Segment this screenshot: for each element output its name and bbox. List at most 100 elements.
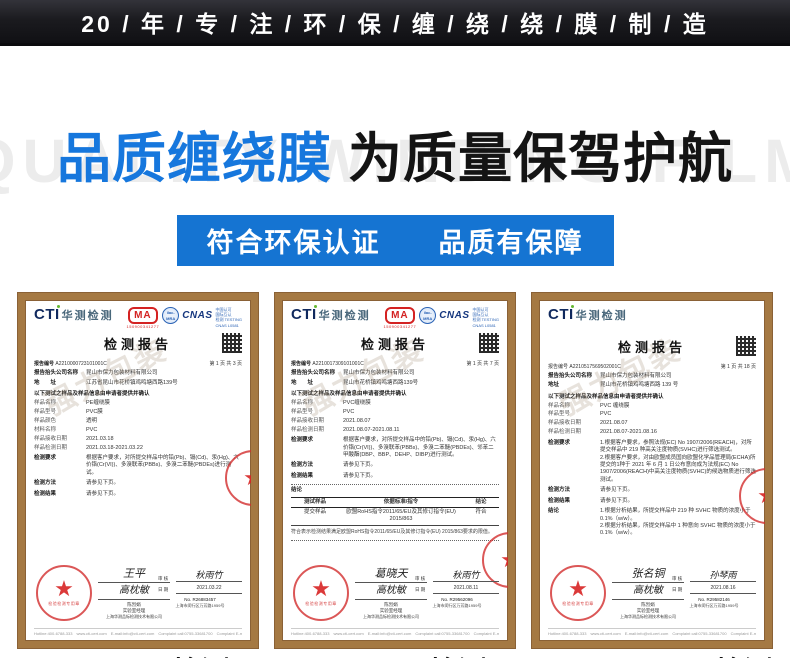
title-highlight: 品质缠绕膜 (56, 129, 332, 189)
report-meta: 报告编号 A2210517569502001C 第 1 页 共 18 页 (548, 364, 756, 371)
review-signature: 秋雨竹 (433, 569, 499, 582)
company-seal-stamp: ★ 检验检测专用章 (293, 564, 349, 621)
top-banner: 20 / 年 / 专 / 注 / 环 / 保 / 缠 / 绕 / 绕 / 膜 /… (0, 0, 790, 46)
report-title-row: 检测报告 (34, 333, 242, 357)
cert-footer: Hotline:400-6788-333 www.cti-cert.com E-… (291, 627, 499, 636)
cti-logo: CTI 华测检测 (291, 305, 371, 323)
conclusion-note: 符合表示检测结果满足欧盟RoHS指令2011/65/EU及其修订指令(EU) 2… (291, 528, 493, 535)
lab-address: 上海市闵行区万芳路1959号 (175, 602, 225, 608)
field-row: 样品接收日期 2021.08.07 (548, 420, 628, 427)
lab-address: 上海市闵行区万芳路1959号 (689, 602, 739, 608)
report-title: 检测报告 (617, 340, 686, 355)
hero-section: QUALITY WINDING FILM 品质缠绕膜 为质量保驾护航 符合环保认… (0, 46, 790, 293)
certificate-body: 强力包装 CTI 华测检测 检测报告 报告编号 A221051756950200… (539, 300, 765, 641)
cnas-logo: CNAS (182, 310, 213, 321)
review-row: 审 核孙琴雨 (672, 569, 756, 582)
star-icon: ★ (54, 576, 74, 602)
lab-address: 上海市闵行区万芳路1959号 (432, 602, 482, 608)
test-method-row: 检测方法 请参见下页。 (291, 462, 377, 469)
report-no-label: 报告编号 (291, 361, 312, 368)
test-requirement-row: 检测要求 根据客户要求，对所提交样品中的铅(Pb)、镉(Cd)、汞(Hg)、六价铬… (34, 454, 239, 476)
test-result-row: 检测结果 请参见下页。 (548, 497, 634, 504)
field-row: 样品接收日期 2021.03.18 (34, 435, 114, 442)
review-column: 审 核孙琴雨 日 期 2021.08.16 No. R29582146 上海市闵行… (672, 569, 756, 608)
certificate-body: 强力包装 CTI 华测检测 MA 150900341277 ilac-MRA C… (25, 300, 251, 641)
report-title: 检测报告 (103, 337, 172, 353)
test-method-row: 检测方法 请参见下页。 (34, 480, 120, 487)
review-signature: 孙琴雨 (690, 569, 756, 582)
report-no-label: 报告编号 (34, 361, 55, 368)
company-row: 报告抬头公司名称 昆山市保力包装材料有限公司 (548, 372, 672, 379)
cert-footer: Hotline:400-6788-333 www.cti-cert.com E-… (34, 627, 242, 636)
field-row: 样品检测日期 2021.08.07-2021.08.11 (291, 426, 400, 433)
accreditation-logos: MA 150900341277 ilac-MRA CNAS 中国认可 国际互认 … (384, 307, 499, 329)
cnas-logo: CNAS (439, 310, 470, 321)
caption-rohs1: ROHS1.0检测 (18, 650, 258, 658)
sample-notice: 以下测试之样品及样品信息由申请者提供并确认 (548, 393, 664, 400)
page-info: 第 1 页 共 7 页 (466, 361, 499, 368)
certificates-row: 强力包装 CTI 华测检测 MA 150900341277 ilac-MRA C… (18, 293, 772, 648)
conclusion-row: 结论 1.根据分析结果，所提交样品中 219 种 SVHC 物质的浓度小于 0.… (548, 508, 756, 537)
cert-header: CTI 华测检测 MA 150900341277 ilac-MRA CNAS 中… (34, 305, 242, 329)
address-row: 地址 昆山市花桥镇鸡鸣塘西路 139 号 (548, 382, 679, 389)
field-row: 样品颜色 透明 (34, 417, 98, 424)
caption-reach: REACH225项检测 (532, 650, 772, 658)
conclusion-table-row: 提交样品 欧盟RoHS指令2011/65/EU及其修订指令(EU) 2015/8… (291, 508, 499, 526)
lab-company: 上海华测品标检测技术有限公司 (106, 614, 162, 620)
cert-header: CTI 华测检测 MA 150900341277 ilac-MRA CNAS 中… (291, 305, 499, 329)
sample-notice: 以下测试之样品及样品信息由申请者提供并确认 (34, 390, 150, 397)
qr-code-icon (736, 336, 756, 356)
field-row: 样品名称 PVC缠绕膜 (291, 399, 371, 406)
page-title: 品质缠绕膜 为质量保驾护航 (0, 46, 790, 193)
divider (291, 539, 499, 541)
banner-slogan: 20 / 年 / 专 / 注 / 环 / 保 / 缠 / 绕 / 绕 / 膜 /… (81, 10, 709, 37)
test-requirement-row: 检测要求 根据客户要求，对所提交样品中的铅(Pb)、镉(Cd)、汞(Hg)、六价铬… (291, 437, 496, 458)
ilac-mra-logo: ilac-MRA (419, 307, 437, 324)
star-icon: ★ (757, 485, 765, 507)
cti-logo: CTI 华测检测 (548, 305, 628, 323)
certificate-body: 强力包装 CTI 华测检测 MA 150900341277 ilac-MRA C… (282, 300, 508, 641)
lab-company: 上海华测品标检测技术有限公司 (620, 614, 676, 620)
date-row: 日 期 2021.08.11 (415, 585, 499, 594)
page-info: 第 1 页 共 18 页 (720, 364, 756, 370)
report-no-label: 报告编号 (548, 364, 569, 370)
review-row: 审 核秋雨竹 (415, 569, 499, 582)
address-row: 地 址昆山市花桥镇鸡鸣塘西路139号 (291, 379, 419, 386)
signature-block: ★ 检验检测专用章 王平 高枕敏 陈烈娟 实验室经理 上海华测品标检测技术有限公… (34, 564, 242, 625)
field-row: 材料名称 PVC (34, 426, 98, 433)
conclusion-table-header: 测试样品 依据标准/指令 结论 (291, 496, 499, 509)
field-row: 样品名称 PE缠绕膜 (34, 399, 110, 406)
report-date: 2021.08.16 (690, 585, 756, 594)
star-icon: ★ (243, 467, 251, 489)
test-requirement-row: 检测要求 1.根据客户要求，参照法规(EC) No 1907/2006(REAC… (548, 439, 756, 483)
star-icon: ★ (568, 576, 588, 602)
report-no: A2210000723101001C (55, 361, 107, 368)
company-row: 报告抬头公司名称 昆山市保力包装材料有限公司 (291, 370, 415, 377)
page-info: 第 1 页 共 3 页 (209, 361, 242, 368)
report-date: 2021.08.11 (433, 585, 499, 594)
star-icon: ★ (500, 549, 508, 571)
requirement-text: 1.根据客户要求，参照法规(EC) No 1907/2006(REACH)，对所… (600, 439, 756, 483)
report-date: 2021.03.22 (176, 585, 242, 594)
qr-code-icon (222, 333, 242, 354)
review-column: 审 核秋雨竹 日 期 2021.08.11 No. R29562096 上海市闵行… (415, 569, 499, 608)
cma-logo: MA 150900341277 (384, 307, 417, 329)
test-result-row: 检测结果 请参见下页。 (291, 472, 377, 479)
certificate-rohs1: 强力包装 CTI 华测检测 MA 150900341277 ilac-MRA C… (18, 293, 258, 648)
test-method-row: 检测方法 请参见下页。 (548, 487, 634, 494)
report-title-row: 检测报告 (291, 333, 499, 357)
cert-header: CTI 华测检测 (548, 305, 756, 323)
report-no: A2210017309101001C (312, 361, 364, 368)
date-row: 日 期 2021.03.22 (158, 585, 242, 594)
signature-block: ★ 检验检测专用章 张名铜 高枕敏 陈烈娟 实验室经理 上海华测品标检测技术有限… (548, 564, 756, 625)
review-signature: 秋雨竹 (176, 569, 242, 582)
report-meta: 报告编号 A2210017309101001C 第 1 页 共 7 页 (291, 361, 499, 368)
field-row: 样品接收日期 2021.08.07 (291, 417, 371, 424)
field-row: 样品检测日期 2021.08.07-2021.08.16 (548, 429, 657, 436)
review-row: 审 核秋雨竹 (158, 569, 242, 582)
qr-code-icon (479, 333, 499, 354)
field-row: 样品型号 PVC膜 (34, 408, 103, 415)
conclusion-label: 结论 (291, 487, 303, 494)
title-rest: 为质量保驾护航 (331, 129, 733, 189)
field-row: 样品名称 PVC 缠绕膜 (548, 402, 630, 409)
